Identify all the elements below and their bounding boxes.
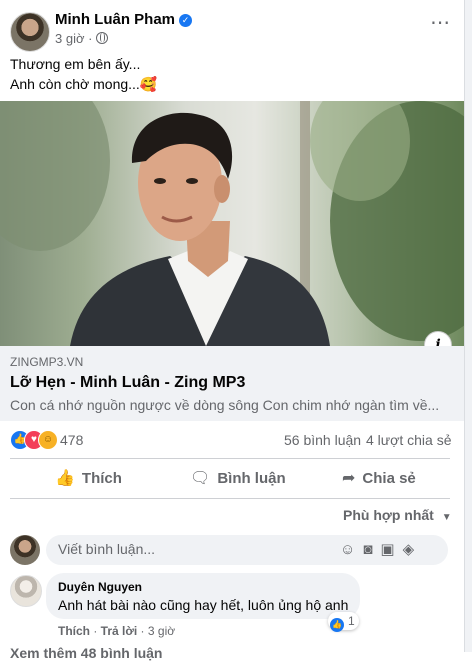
author-avatar[interactable] xyxy=(10,12,50,52)
comment-icon: 🗨 xyxy=(190,470,211,487)
chevron-down-icon: ▼ xyxy=(441,512,452,523)
emoji-icon[interactable]: ☺ xyxy=(340,541,363,558)
comment-input-tools: ☺◙▣◈ xyxy=(340,540,422,558)
verified-icon: ✓ xyxy=(179,14,192,27)
current-user-avatar[interactable] xyxy=(10,535,40,565)
comment-time[interactable]: 3 giờ xyxy=(148,624,175,638)
commenter-name[interactable]: Duyên Nguyen xyxy=(58,580,142,594)
divider xyxy=(10,498,450,499)
divider xyxy=(10,458,450,459)
comment-input-placeholder[interactable]: Viết bình luận... xyxy=(58,541,155,557)
page-background xyxy=(465,0,472,652)
link-title[interactable]: Lỡ Hẹn - Minh Luân - Zing MP3 xyxy=(10,374,245,392)
comment-count[interactable]: 56 bình luận xyxy=(284,432,361,448)
comment-like-link[interactable]: Thích xyxy=(58,624,90,638)
care-reaction-icon: ☺ xyxy=(38,430,58,450)
like-label: Thích xyxy=(81,470,122,487)
like-icon: 👍 xyxy=(55,470,75,487)
globe-icon xyxy=(96,32,109,44)
comment-text: Anh hát bài nào cũng hay hết, luôn ủng h… xyxy=(58,597,349,613)
camera-icon[interactable]: ◙ xyxy=(363,541,380,558)
gif-icon[interactable]: ▣ xyxy=(380,541,402,558)
reaction-count[interactable]: 478 xyxy=(60,432,83,448)
comment-label: Bình luận xyxy=(217,470,286,487)
like-button[interactable]: 👍 Thích xyxy=(55,468,122,492)
comment-reaction-count: 1 xyxy=(348,614,355,628)
like-reaction-icon: 👍 xyxy=(330,618,344,632)
comment-actions: Thích · Trả lời · 3 giờ xyxy=(58,624,176,638)
sort-label: Phù hợp nhất xyxy=(343,507,434,523)
comment-sort-dropdown[interactable]: Phù hợp nhất ▼ xyxy=(343,507,452,523)
share-button[interactable]: ➦ Chia sẻ xyxy=(342,468,416,492)
share-label: Chia sẻ xyxy=(362,470,416,487)
caption-line-1: Thương em bên ấy... xyxy=(10,56,141,72)
share-count[interactable]: 4 lượt chia sẻ xyxy=(366,432,451,448)
link-domain: ZINGMP3.VN xyxy=(10,355,84,369)
author-name-row[interactable]: Minh Luân Pham ✓ xyxy=(55,11,192,28)
comment-reactions[interactable]: 👍 1 xyxy=(328,612,359,632)
link-description: Con cá nhớ nguồn ngược về dòng sông Con … xyxy=(10,397,440,413)
post-caption: Thương em bên ấy... Anh còn chờ mong...🥰 xyxy=(10,54,157,94)
caption-line-2: Anh còn chờ mong...🥰 xyxy=(10,76,158,92)
see-more-comments-link[interactable]: Xem thêm 48 bình luận xyxy=(10,645,162,661)
portrait-illustration xyxy=(0,101,464,346)
share-icon: ➦ xyxy=(342,470,356,487)
commenter-avatar[interactable] xyxy=(10,575,42,607)
post-time[interactable]: 3 giờ xyxy=(55,31,85,46)
comment-reply-link[interactable]: Trả lời xyxy=(101,624,138,638)
more-icon[interactable]: ⋯ xyxy=(430,10,450,35)
comment-button[interactable]: 🗨 Bình luận xyxy=(190,468,286,492)
sticker-icon[interactable]: ◈ xyxy=(403,541,423,558)
post-header: Minh Luân Pham ✓ 3 giờ · ⋯ xyxy=(10,10,450,52)
post-meta: 3 giờ · xyxy=(55,31,109,46)
link-preview-image[interactable] xyxy=(0,101,464,346)
author-name[interactable]: Minh Luân Pham xyxy=(55,11,175,28)
